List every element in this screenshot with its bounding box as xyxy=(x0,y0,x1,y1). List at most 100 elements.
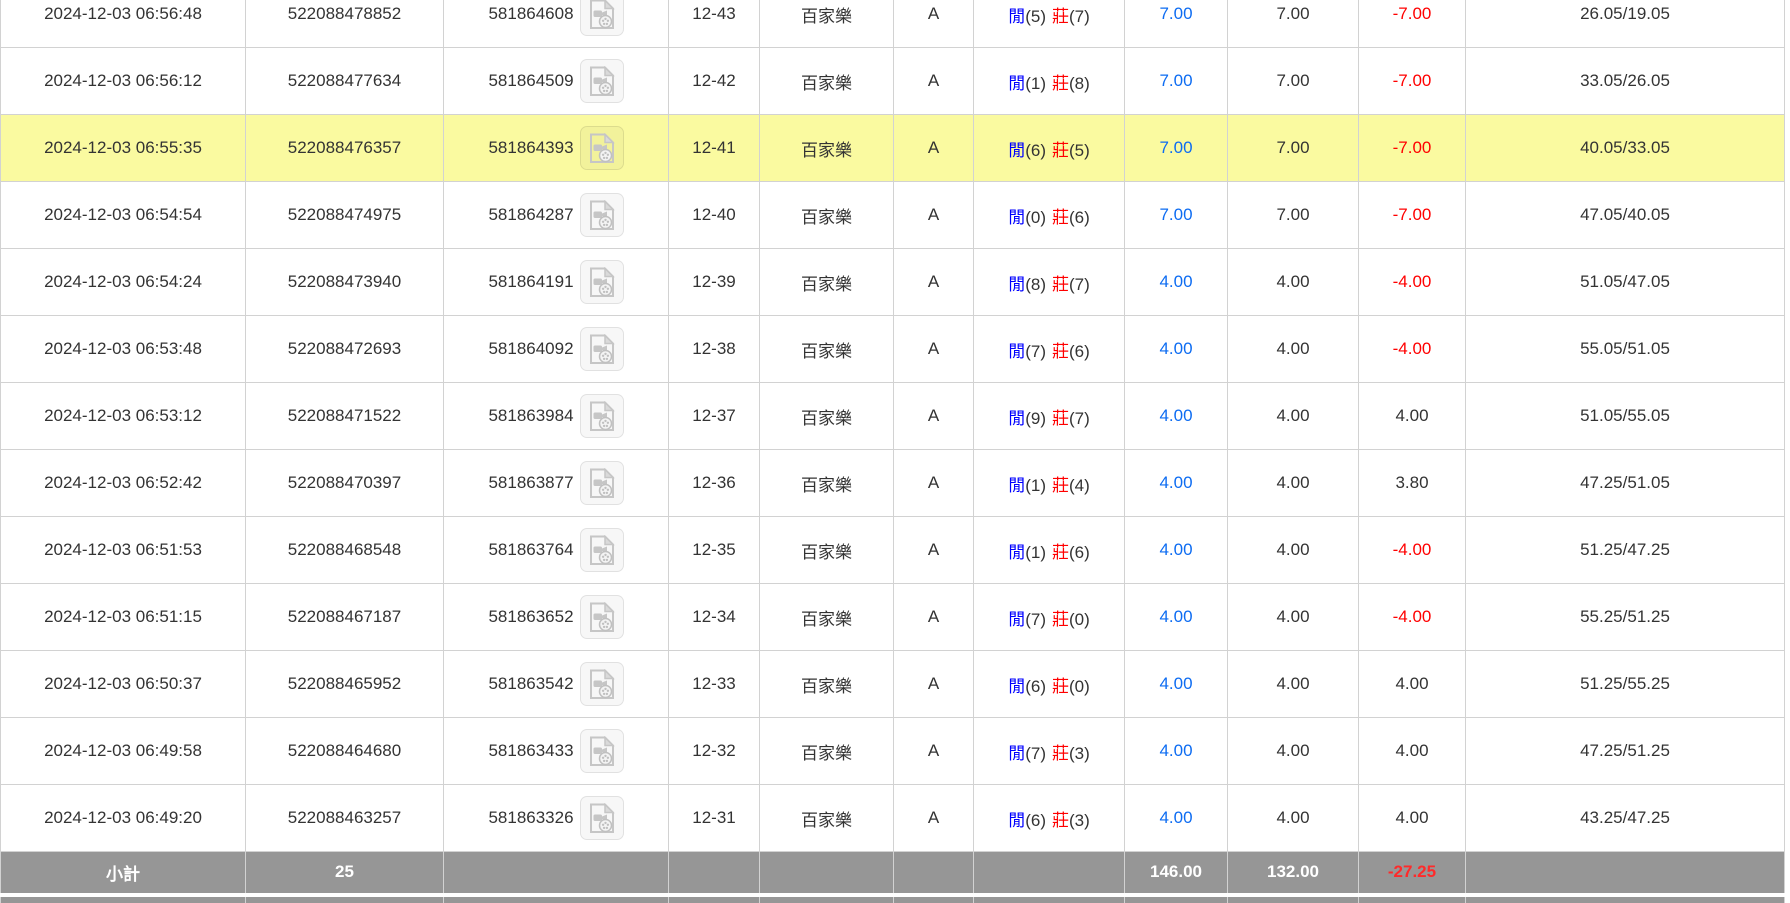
video-replay-button[interactable] xyxy=(580,595,624,639)
bet-amount-link[interactable]: 7.00 xyxy=(1159,4,1192,23)
balance: 43.25/47.25 xyxy=(1466,785,1785,852)
table-row[interactable]: 2024-12-03 06:49:20 522088463257 5818633… xyxy=(1,785,1785,852)
banker-score: (5) xyxy=(1069,141,1090,160)
platform: A xyxy=(894,517,974,584)
bet-amount-link[interactable]: 4.00 xyxy=(1159,674,1192,693)
game-result: 閒(9)莊(7) xyxy=(974,383,1125,450)
video-replay-button[interactable] xyxy=(580,59,624,103)
video-replay-button[interactable] xyxy=(580,461,624,505)
table-row[interactable]: 2024-12-03 06:54:24 522088473940 5818641… xyxy=(1,249,1785,316)
win-loss: -4.00 xyxy=(1359,316,1466,383)
video-replay-button[interactable] xyxy=(580,193,624,237)
game-name: 百家樂 xyxy=(760,718,894,785)
player-score: (6) xyxy=(1025,677,1046,696)
bet-amount-link[interactable]: 4.00 xyxy=(1159,272,1192,291)
bet-amount-link[interactable]: 4.00 xyxy=(1159,406,1192,425)
game-result: 閒(7)莊(3) xyxy=(974,718,1125,785)
table-row[interactable]: 2024-12-03 06:54:54 522088474975 5818642… xyxy=(1,182,1785,249)
banker-label: 莊 xyxy=(1052,74,1069,93)
round-cell: 581863433 xyxy=(444,718,669,785)
game-name: 百家樂 xyxy=(760,115,894,182)
table-round: 12-42 xyxy=(669,48,760,115)
table-row[interactable]: 2024-12-03 06:56:48 522088478852 5818646… xyxy=(1,0,1785,48)
player-label: 閒 xyxy=(1008,342,1025,361)
table-row[interactable]: 2024-12-03 06:53:48 522088472693 5818640… xyxy=(1,316,1785,383)
table-round: 12-35 xyxy=(669,517,760,584)
banker-label: 莊 xyxy=(1052,543,1069,562)
round-id: 581864608 xyxy=(488,4,573,24)
table-row[interactable]: 2024-12-03 06:53:12 522088471522 5818639… xyxy=(1,383,1785,450)
round-cell: 581864608 xyxy=(444,0,669,48)
balance: 51.05/55.05 xyxy=(1466,383,1785,450)
round-cell: 581863652 xyxy=(444,584,669,651)
game-name: 百家樂 xyxy=(760,182,894,249)
video-replay-button[interactable] xyxy=(580,394,624,438)
game-result: 閒(1)莊(4) xyxy=(974,450,1125,517)
banker-label: 莊 xyxy=(1052,141,1069,160)
bet-amount-cell: 4.00 xyxy=(1125,249,1228,316)
video-replay-button[interactable] xyxy=(580,729,624,773)
video-replay-button[interactable] xyxy=(580,260,624,304)
bet-amount-link[interactable]: 4.00 xyxy=(1159,607,1192,626)
subtotal-valid-total: 132.00 xyxy=(1228,852,1359,895)
table-round: 12-40 xyxy=(669,182,760,249)
player-label: 閒 xyxy=(1008,476,1025,495)
bet-id: 522088472693 xyxy=(246,316,444,383)
bet-amount-link[interactable]: 4.00 xyxy=(1159,741,1192,760)
table-round: 12-33 xyxy=(669,651,760,718)
bet-time: 2024-12-03 06:54:54 xyxy=(1,182,246,249)
table-row[interactable]: 2024-12-03 06:50:37 522088465952 5818635… xyxy=(1,651,1785,718)
player-score: (9) xyxy=(1025,409,1046,428)
video-replay-button[interactable] xyxy=(580,662,624,706)
bet-amount-link[interactable]: 7.00 xyxy=(1159,205,1192,224)
player-score: (0) xyxy=(1025,208,1046,227)
round-cell: 581864509 xyxy=(444,48,669,115)
banker-score: (7) xyxy=(1069,275,1090,294)
table-row[interactable]: 2024-12-03 06:52:42 522088470397 5818638… xyxy=(1,450,1785,517)
table-round: 12-41 xyxy=(669,115,760,182)
bet-id: 522088471522 xyxy=(246,383,444,450)
round-id: 581864191 xyxy=(488,272,573,292)
player-score: (1) xyxy=(1025,476,1046,495)
video-replay-button[interactable] xyxy=(580,327,624,371)
player-score: (1) xyxy=(1025,74,1046,93)
bet-amount-cell: 7.00 xyxy=(1125,48,1228,115)
player-score: (5) xyxy=(1025,7,1046,26)
bet-amount-link[interactable]: 4.00 xyxy=(1159,339,1192,358)
valid-amount: 4.00 xyxy=(1228,651,1359,718)
player-score: (7) xyxy=(1025,342,1046,361)
game-result: 閒(6)莊(5) xyxy=(974,115,1125,182)
video-replay-button[interactable] xyxy=(580,126,624,170)
table-row[interactable]: 2024-12-03 06:51:15 522088467187 5818636… xyxy=(1,584,1785,651)
game-result: 閒(7)莊(0) xyxy=(974,584,1125,651)
video-replay-button[interactable] xyxy=(580,796,624,840)
player-label: 閒 xyxy=(1008,409,1025,428)
table-row[interactable]: 2024-12-03 06:56:12 522088477634 5818645… xyxy=(1,48,1785,115)
subtotal-empty-cell xyxy=(1466,852,1785,895)
table-row[interactable]: 2024-12-03 06:49:58 522088464680 5818634… xyxy=(1,718,1785,785)
video-file-icon xyxy=(588,602,616,633)
video-file-icon xyxy=(588,803,616,834)
bet-amount-link[interactable]: 7.00 xyxy=(1159,138,1192,157)
banker-label: 莊 xyxy=(1052,811,1069,830)
bet-amount-link[interactable]: 7.00 xyxy=(1159,71,1192,90)
platform: A xyxy=(894,450,974,517)
round-cell: 581863764 xyxy=(444,517,669,584)
table-row[interactable]: 2024-12-03 06:51:53 522088468548 5818637… xyxy=(1,517,1785,584)
bet-amount-link[interactable]: 4.00 xyxy=(1159,540,1192,559)
video-replay-button[interactable] xyxy=(580,0,624,36)
bet-time: 2024-12-03 06:50:37 xyxy=(1,651,246,718)
platform: A xyxy=(894,651,974,718)
video-replay-button[interactable] xyxy=(580,528,624,572)
bet-amount-link[interactable]: 4.00 xyxy=(1159,808,1192,827)
bet-amount-link[interactable]: 4.00 xyxy=(1159,473,1192,492)
bet-amount-cell: 7.00 xyxy=(1125,182,1228,249)
bet-amount-cell: 4.00 xyxy=(1125,651,1228,718)
balance: 55.05/51.05 xyxy=(1466,316,1785,383)
bet-id: 522088478852 xyxy=(246,0,444,48)
platform: A xyxy=(894,182,974,249)
table-row[interactable]: 2024-12-03 06:55:35 522088476357 5818643… xyxy=(1,115,1785,182)
valid-amount: 4.00 xyxy=(1228,450,1359,517)
platform: A xyxy=(894,249,974,316)
round-id: 581863326 xyxy=(488,808,573,828)
